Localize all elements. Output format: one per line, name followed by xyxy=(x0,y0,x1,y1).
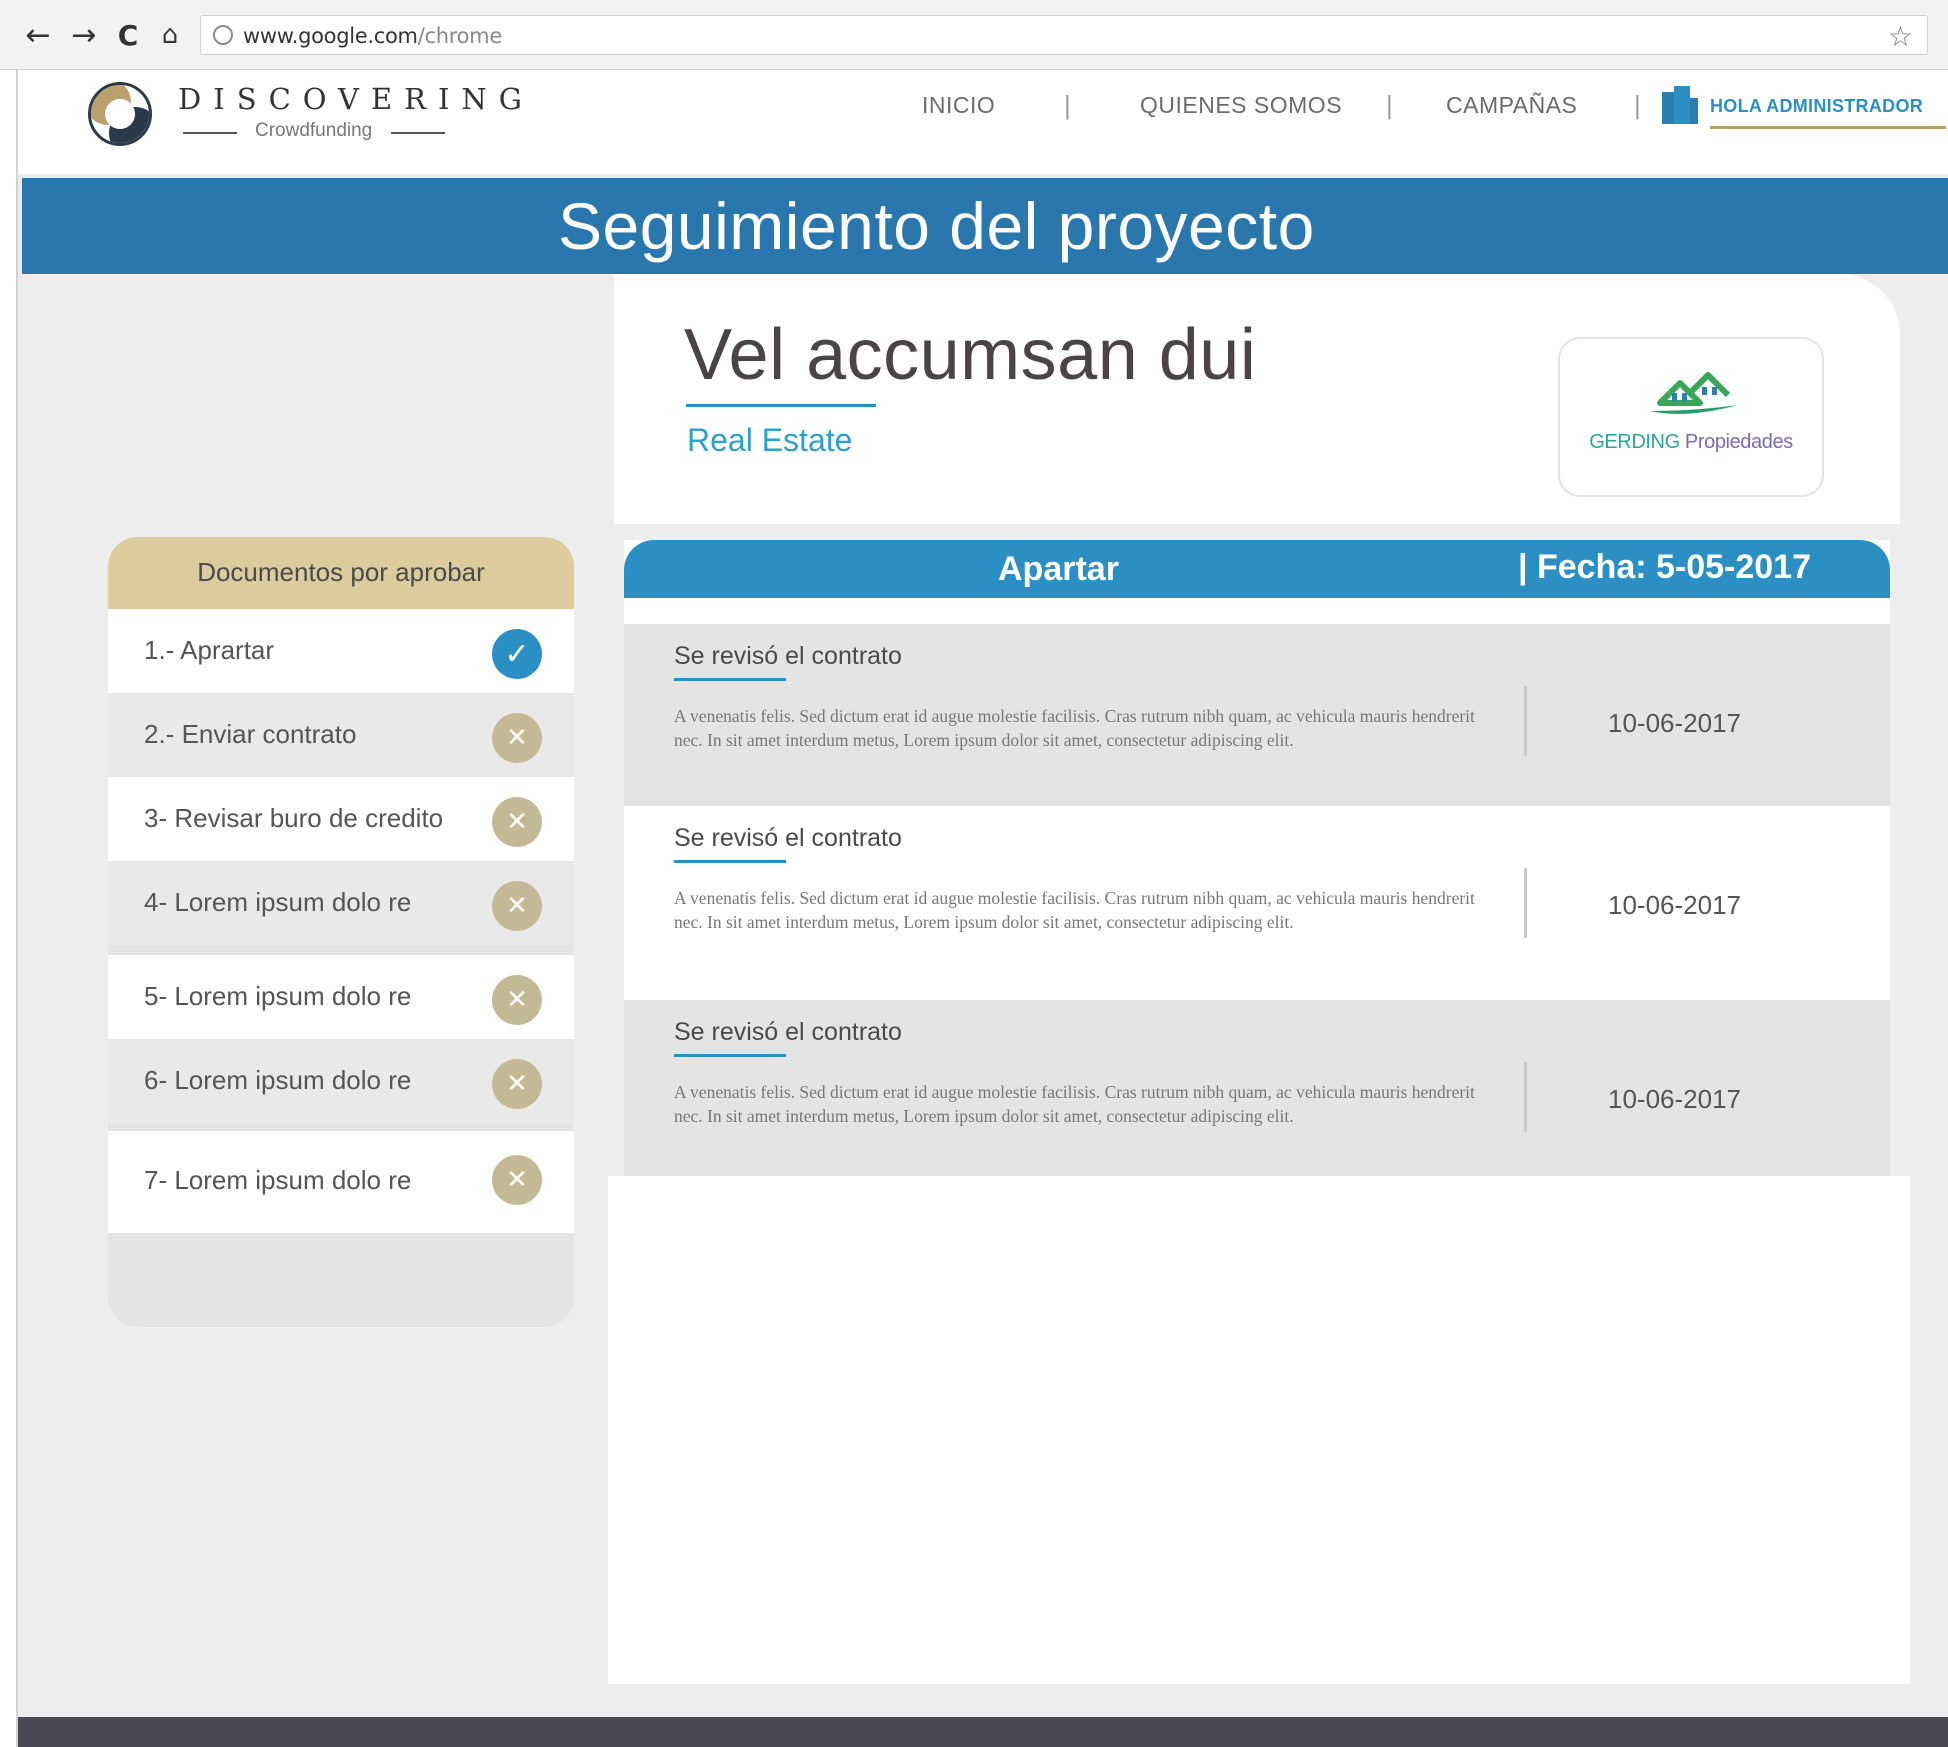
arrow-right-icon[interactable]: → xyxy=(68,18,100,53)
close-icon: ✕ xyxy=(492,797,542,847)
home-icon[interactable]: ⌂ xyxy=(154,18,186,52)
entry-title: Se revisó el contrato xyxy=(674,824,902,852)
site-header: DISCOVERING Crowdfunding INICIO | QUIENE… xyxy=(18,70,1948,174)
project-category[interactable]: Real Estate xyxy=(687,422,852,459)
entry-underline xyxy=(674,678,786,681)
entry-body: A venenatis felis. Sed dictum erat id au… xyxy=(674,706,1475,750)
entry-separator xyxy=(1524,686,1527,756)
document-item[interactable]: 2.- Enviar contrato ✕ xyxy=(108,693,574,777)
timeline-stage-date: | Fecha: 5-05-2017 xyxy=(1518,548,1812,586)
check-icon: ✓ xyxy=(492,629,542,679)
entry-date: 10-06-2017 xyxy=(1608,1084,1741,1114)
arrow-left-icon[interactable]: ← xyxy=(22,18,54,53)
page-title: Seguimiento del proyecto xyxy=(558,189,1315,263)
document-label: 7- Lorem ipsum dolo re xyxy=(144,1165,412,1195)
star-icon[interactable]: ☆ xyxy=(1888,20,1913,53)
admin-underline xyxy=(1710,126,1946,129)
nav-separator: | xyxy=(1634,90,1641,120)
timeline-entry: Se revisó el contrato A venenatis felis.… xyxy=(624,806,1890,1000)
timeline-entry: Se revisó el contrato A venenatis felis.… xyxy=(624,624,1890,806)
document-item[interactable]: 5- Lorem ipsum dolo re ✕ xyxy=(108,955,574,1039)
entry-title: Se revisó el contrato xyxy=(674,1018,902,1046)
entry-title: Se revisó el contrato xyxy=(674,642,902,670)
document-label: 4- Lorem ipsum dolo re xyxy=(144,887,412,917)
admin-menu-link[interactable]: HOLA ADMINISTRADOR xyxy=(1710,96,1923,117)
document-item[interactable]: 4- Lorem ipsum dolo re ✕ xyxy=(108,861,574,945)
address-bar[interactable]: www.google.com/chrome ☆ xyxy=(200,15,1928,55)
document-item[interactable]: 6- Lorem ipsum dolo re ✕ xyxy=(108,1039,574,1123)
close-icon: ✕ xyxy=(492,1059,542,1109)
entry-separator xyxy=(1524,1062,1527,1132)
document-label: 6- Lorem ipsum dolo re xyxy=(144,1065,412,1095)
documents-panel-title: Documentos por aprobar xyxy=(197,557,485,587)
nav-link-campanas[interactable]: CAMPAÑAS xyxy=(1446,92,1577,119)
entry-underline xyxy=(674,860,786,863)
content-blank-area xyxy=(608,1176,1910,1684)
globe-icon xyxy=(213,25,233,45)
document-label: 5- Lorem ipsum dolo re xyxy=(144,981,412,1011)
page-title-band: Seguimiento del proyecto xyxy=(22,178,1948,274)
partner-logo: GERDING Propiedades xyxy=(1558,337,1824,497)
footer-bar xyxy=(18,1717,1948,1747)
entry-underline xyxy=(674,1054,786,1057)
project-title-underline xyxy=(686,404,876,407)
document-item[interactable]: 3- Revisar buro de credito ✕ xyxy=(108,777,574,861)
page: DISCOVERING Crowdfunding INICIO | QUIENE… xyxy=(16,70,1948,1747)
document-item[interactable]: 1.- Aprartar ✓ xyxy=(108,609,574,693)
entry-body: A venenatis felis. Sed dictum erat id au… xyxy=(674,1082,1475,1126)
close-icon: ✕ xyxy=(492,881,542,931)
timeline-header: Apartar | Fecha: 5-05-2017 xyxy=(624,540,1890,598)
brand-logo-icon[interactable] xyxy=(88,82,152,146)
timeline-stage: Apartar xyxy=(998,550,1119,588)
browser-toolbar: ← → C ⌂ www.google.com/chrome ☆ xyxy=(0,0,1948,70)
house-logo-icon xyxy=(1646,365,1742,421)
documents-panel: Documentos por aprobar 1.- Aprartar ✓ 2.… xyxy=(108,537,574,1327)
reload-icon[interactable]: C xyxy=(112,18,144,52)
document-label: 1.- Aprartar xyxy=(144,635,275,665)
url-text: www.google.com/chrome xyxy=(243,24,502,48)
nav-link-inicio[interactable]: INICIO xyxy=(922,92,995,119)
project-title: Vel accumsan dui xyxy=(684,315,1257,395)
brand-tagline: Crowdfunding xyxy=(183,120,483,144)
partner-name: GERDING Propiedades xyxy=(1589,431,1793,453)
brand-name[interactable]: DISCOVERING xyxy=(178,82,534,116)
building-icon xyxy=(1658,86,1698,124)
entry-separator xyxy=(1524,868,1527,938)
entry-date: 10-06-2017 xyxy=(1608,708,1741,738)
nav-separator: | xyxy=(1064,90,1071,120)
timeline-entry: Se revisó el contrato A venenatis felis.… xyxy=(624,1000,1890,1178)
entry-body: A venenatis felis. Sed dictum erat id au… xyxy=(674,888,1475,932)
timeline-panel: Apartar | Fecha: 5-05-2017 Se revisó el … xyxy=(624,540,1890,1178)
document-item[interactable]: 7- Lorem ipsum dolo re ✕ xyxy=(108,1131,574,1233)
nav-link-quienes-somos[interactable]: QUIENES SOMOS xyxy=(1140,92,1342,119)
nav-separator: | xyxy=(1386,90,1393,120)
close-icon: ✕ xyxy=(492,1155,542,1205)
entry-date: 10-06-2017 xyxy=(1608,890,1741,920)
close-icon: ✕ xyxy=(492,975,542,1025)
document-label: 3- Revisar buro de credito xyxy=(144,803,444,833)
document-label: 2.- Enviar contrato xyxy=(144,719,357,749)
project-card: Vel accumsan dui Real Estate GERDING Pro… xyxy=(614,274,1900,524)
close-icon: ✕ xyxy=(492,713,542,763)
documents-panel-header: Documentos por aprobar xyxy=(108,537,574,609)
